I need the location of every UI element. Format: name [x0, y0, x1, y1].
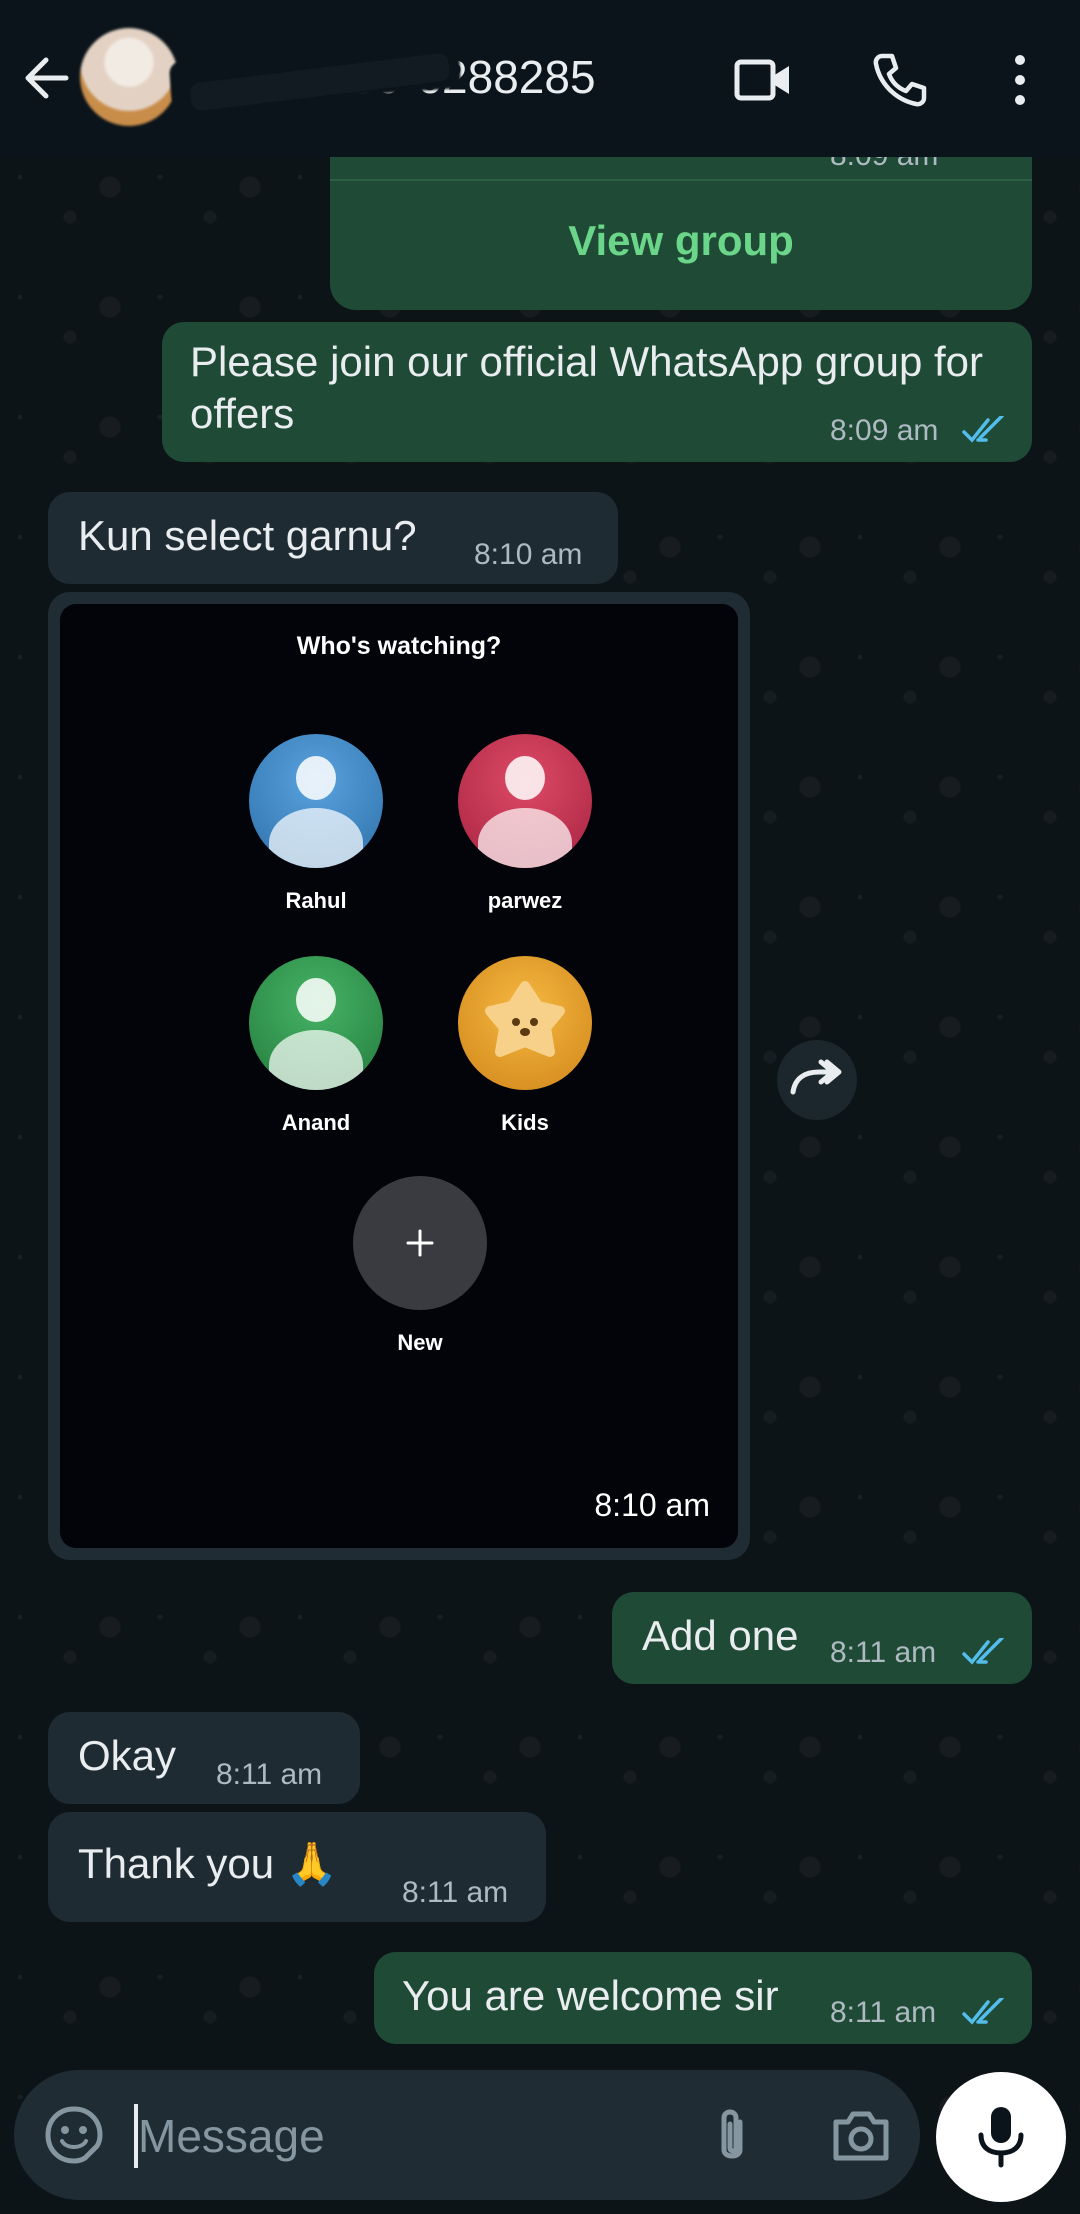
message-text: You are welcome sir: [402, 1972, 779, 2019]
message-text: Thank you 🙏: [78, 1840, 339, 1887]
contact-avatar[interactable]: [80, 28, 178, 126]
camera-icon[interactable]: [830, 2108, 892, 2164]
kids-avatar-icon: [458, 956, 592, 1090]
screenshot-title: Who's watching?: [296, 632, 502, 660]
profile-avatar-icon: [458, 734, 592, 868]
message-input[interactable]: [138, 2098, 678, 2174]
profile-avatar-icon: [249, 956, 383, 1090]
profile-name: parwez: [487, 888, 563, 913]
message-time: 8:11 am: [830, 1636, 937, 1669]
outgoing-message[interactable]: Add one 8:11 am: [612, 1592, 1032, 1684]
message-text: Kun select garnu?: [78, 512, 417, 559]
forward-icon: [790, 1059, 842, 1095]
profile-name: Kids: [501, 1110, 549, 1135]
read-receipt-icon: [962, 1638, 1004, 1665]
profile-parwez: parwez: [425, 734, 625, 914]
profile-new: New: [320, 1176, 520, 1356]
read-receipt-icon: [962, 416, 1004, 443]
profile-anand: Anand: [216, 956, 416, 1136]
profile-avatar-icon: [249, 734, 383, 868]
message-text: Add one: [642, 1612, 799, 1659]
incoming-message[interactable]: Kun select garnu? 8:10 am: [48, 492, 618, 584]
message-time: 8:11 am: [402, 1876, 509, 1909]
profile-name: Rahul: [285, 888, 347, 913]
outgoing-message[interactable]: Please join our official WhatsApp group …: [162, 322, 1032, 462]
outgoing-message[interactable]: You are welcome sir 8:11 am: [374, 1952, 1032, 2044]
divider: [330, 179, 1032, 181]
mic-icon: [978, 2107, 1024, 2168]
message-time: 8:11 am: [830, 1996, 937, 2029]
incoming-message[interactable]: Thank you 🙏 8:11 am: [48, 1812, 546, 1922]
profile-kids: Kids: [425, 956, 625, 1136]
message-time: 8:10 am: [474, 538, 583, 571]
emoji-sticker-icon[interactable]: [44, 2105, 104, 2165]
shared-screenshot[interactable]: Who's watching? Rahul parwez Anand Kids …: [60, 604, 738, 1548]
forward-button[interactable]: [777, 1040, 857, 1120]
phone-icon[interactable]: [870, 50, 930, 110]
video-call-icon[interactable]: [733, 50, 793, 110]
attach-icon[interactable]: [704, 2106, 760, 2166]
profile-name: New: [397, 1330, 443, 1355]
message-time: 8:10 am: [594, 1487, 710, 1523]
message-text: Okay: [78, 1732, 177, 1779]
chat-header: +977 980-6288285: [0, 0, 1080, 157]
group-invite-card: 8:09 am View group: [330, 139, 1032, 310]
more-vert-icon[interactable]: [990, 50, 1050, 110]
incoming-image-message[interactable]: Who's watching? Rahul parwez Anand Kids …: [48, 592, 750, 1560]
view-group-button[interactable]: View group: [330, 217, 1032, 265]
voice-message-button[interactable]: [936, 2072, 1066, 2202]
profile-name: Anand: [281, 1110, 351, 1135]
incoming-message[interactable]: Okay 8:11 am: [48, 1712, 360, 1804]
message-time: 8:09 am: [830, 414, 939, 447]
add-profile-icon: [353, 1176, 487, 1310]
message-time: 8:11 am: [216, 1758, 323, 1791]
read-receipt-icon: [962, 1998, 1004, 2025]
profile-rahul: Rahul: [216, 734, 416, 914]
back-arrow-icon[interactable]: [18, 50, 74, 106]
